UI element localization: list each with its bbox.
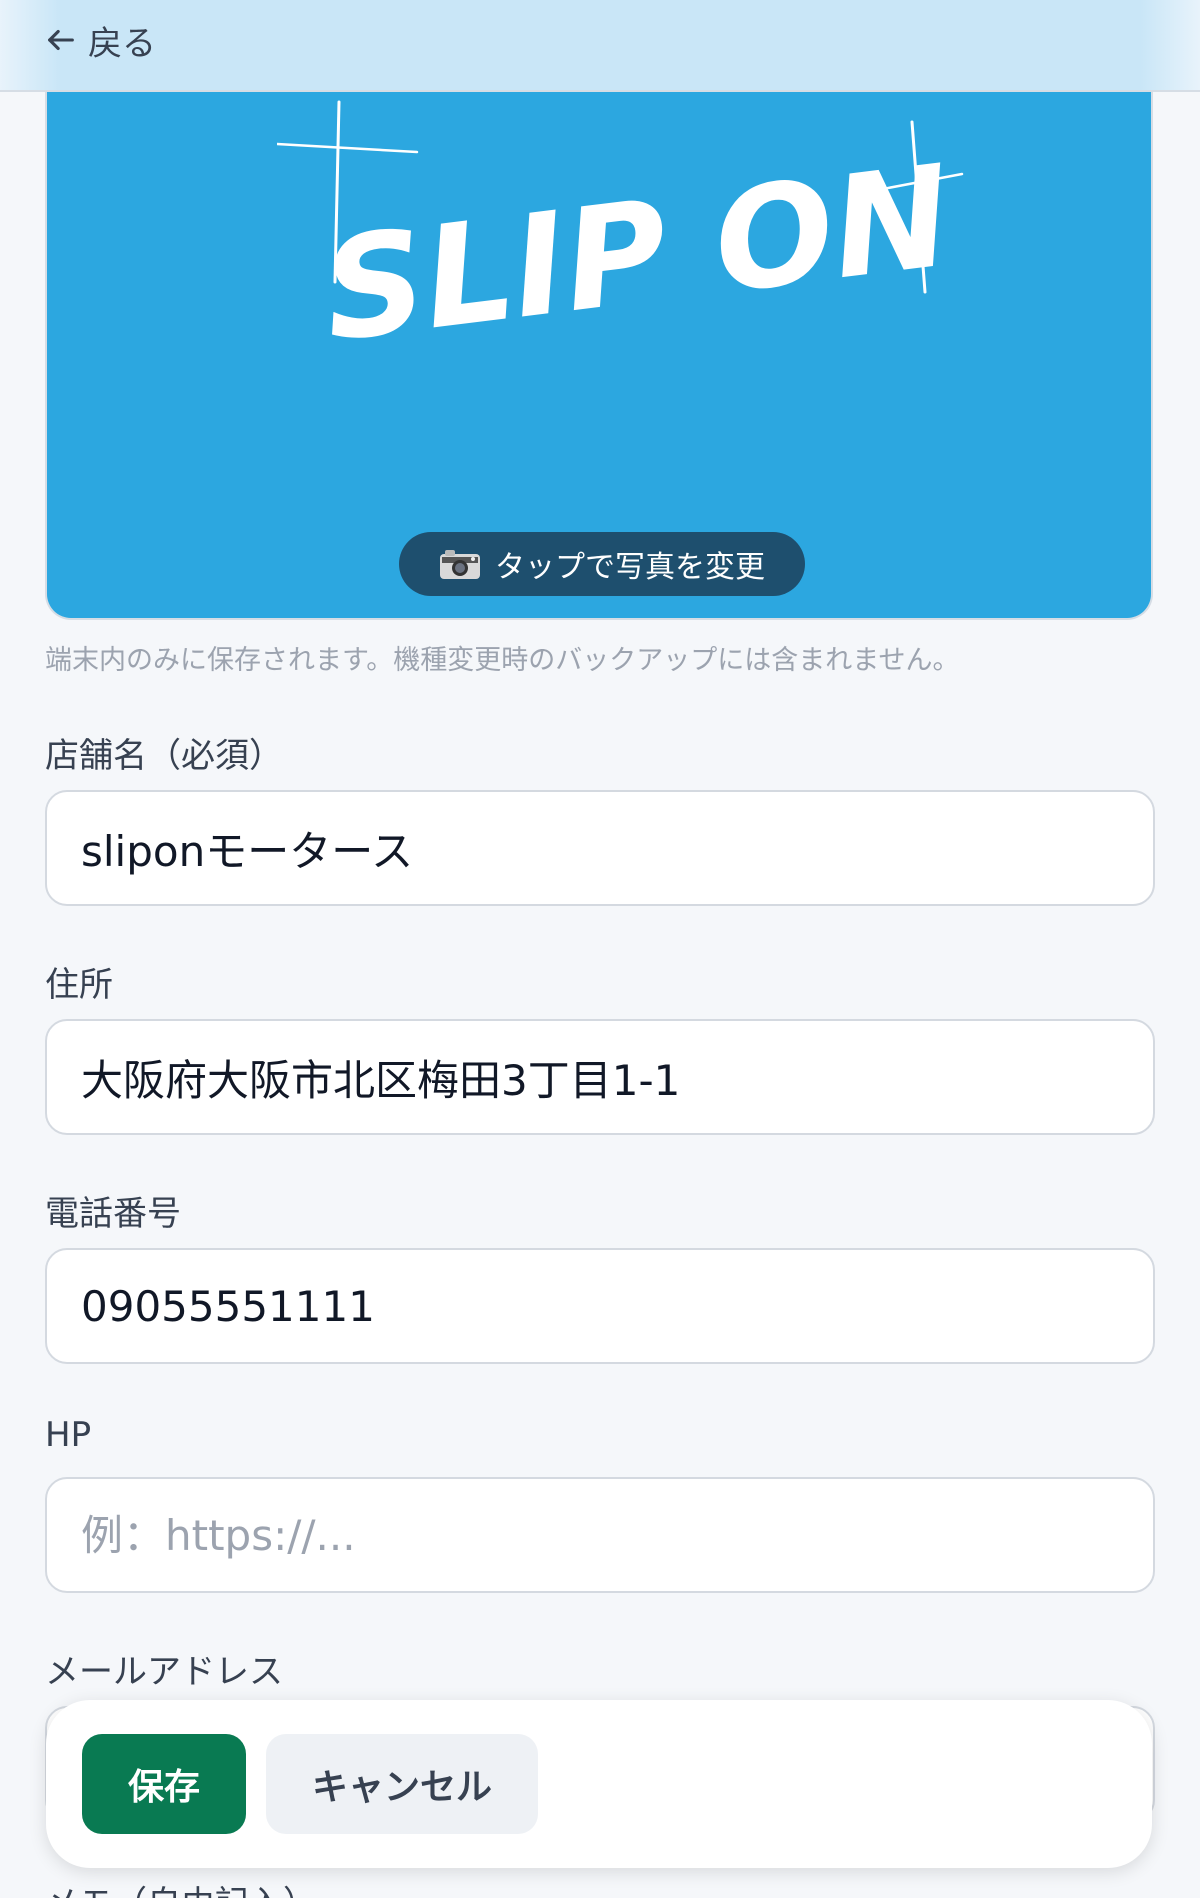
shop-name-label: 店舗名（必須） (45, 736, 283, 776)
hp-label: HP (45, 1415, 92, 1455)
email-label: メールアドレス (45, 1652, 283, 1692)
shop-photo[interactable]: SLIP ON タップで写真を変更 (45, 92, 1153, 620)
change-photo-label: タップで写真を変更 (495, 550, 765, 585)
address-label: 住所 (45, 965, 113, 1005)
address-input[interactable] (45, 1019, 1155, 1135)
cancel-button[interactable]: キャンセル (266, 1734, 538, 1834)
phone-label: 電話番号 (45, 1194, 181, 1234)
slipon-logo: SLIP ON (277, 100, 964, 372)
hp-input[interactable] (45, 1477, 1155, 1593)
back-button-label: 戻る (88, 23, 156, 64)
change-photo-button[interactable]: タップで写真を変更 (399, 532, 805, 596)
back-button[interactable]: 戻る (44, 18, 156, 64)
store-profile-edit-page: 戻る SLIP ON タップで写真を変更 端末内のみに保存されます。機種変更時の… (0, 0, 1200, 1898)
arrow-left-icon (44, 23, 78, 57)
camera-icon (439, 548, 481, 580)
phone-input[interactable] (45, 1248, 1155, 1364)
memo-label: メモ（自由記入） (45, 1876, 317, 1898)
action-bar: 保存 キャンセル (46, 1700, 1152, 1868)
storage-note: 端末内のみに保存されます。機種変更時のバックアップには含まれません。 (45, 645, 960, 676)
save-button[interactable]: 保存 (82, 1734, 246, 1834)
top-bar: 戻る (0, 0, 1200, 92)
shop-name-input[interactable] (45, 790, 1155, 906)
slipon-logo-text: SLIP ON (315, 135, 960, 372)
